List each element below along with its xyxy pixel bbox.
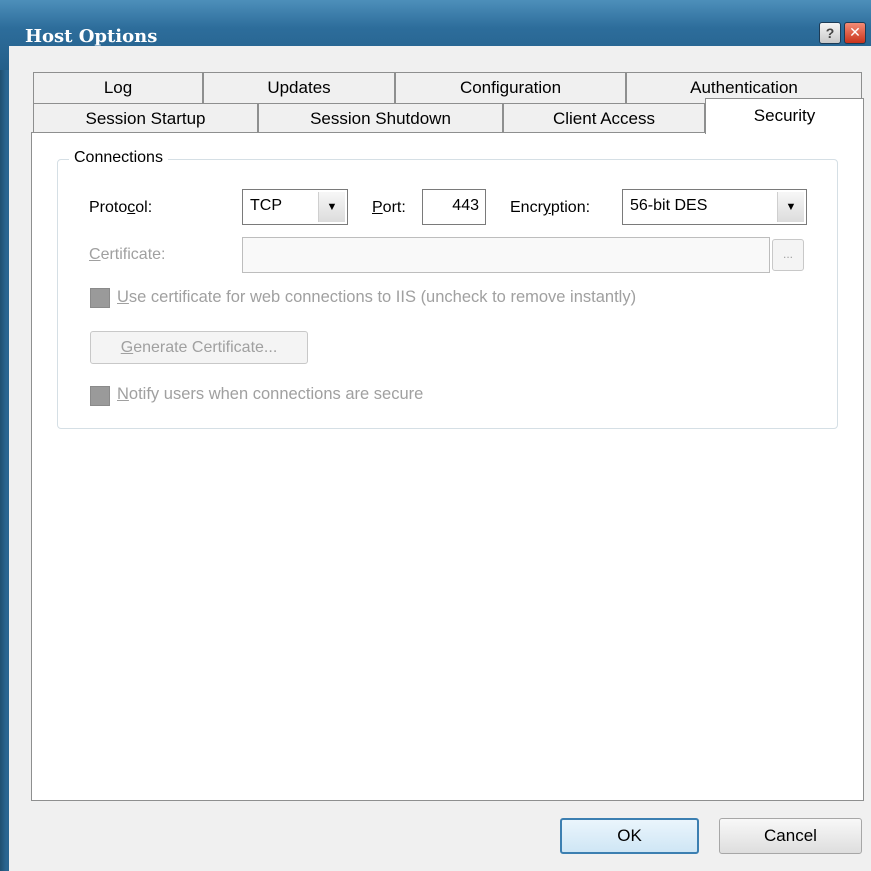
certificate-field[interactable] (242, 237, 770, 273)
tab-log[interactable]: Log (33, 72, 203, 103)
certificate-label: Certificate: (89, 246, 166, 263)
help-icon: ? (825, 25, 835, 41)
tab-security[interactable]: Security (705, 98, 864, 134)
use-certificate-checkbox[interactable] (90, 288, 110, 308)
tab-client-access[interactable]: Client Access (503, 103, 705, 133)
chevron-down-icon[interactable]: ▼ (318, 192, 345, 222)
tab-configuration[interactable]: Configuration (395, 72, 626, 103)
protocol-select[interactable]: TCP ▼ (242, 189, 348, 225)
protocol-value: TCP (250, 197, 282, 214)
port-value: 443 (452, 197, 479, 214)
host-options-window: Host Options ? ✕ Log Updates Configurati… (0, 0, 871, 871)
close-button[interactable]: ✕ (844, 22, 866, 44)
notify-users-label: Notify users when connections are secure (117, 385, 424, 403)
connections-group-title: Connections (69, 149, 168, 167)
encryption-select[interactable]: 56-bit DES ▼ (622, 189, 807, 225)
tab-session-startup[interactable]: Session Startup (33, 103, 258, 133)
browse-certificate-button[interactable]: ... (772, 239, 804, 271)
help-button[interactable]: ? (819, 22, 841, 44)
protocol-label: Protocol: (89, 199, 153, 216)
generate-certificate-button[interactable]: Generate Certificate... (90, 331, 308, 364)
notify-users-checkbox[interactable] (90, 386, 110, 406)
window-title: Host Options (25, 26, 158, 47)
close-icon: ✕ (849, 25, 861, 41)
tab-session-shutdown[interactable]: Session Shutdown (258, 103, 503, 133)
chevron-down-icon[interactable]: ▼ (777, 192, 804, 222)
port-label: Port: (372, 199, 406, 216)
port-field[interactable]: 443 (422, 189, 486, 225)
tab-updates[interactable]: Updates (203, 72, 395, 103)
use-certificate-label: Use certificate for web connections to I… (117, 288, 637, 306)
encryption-value: 56-bit DES (630, 197, 708, 214)
cancel-button[interactable]: Cancel (719, 818, 862, 854)
ok-button[interactable]: OK (560, 818, 699, 854)
encryption-label: Encryption: (510, 199, 591, 216)
